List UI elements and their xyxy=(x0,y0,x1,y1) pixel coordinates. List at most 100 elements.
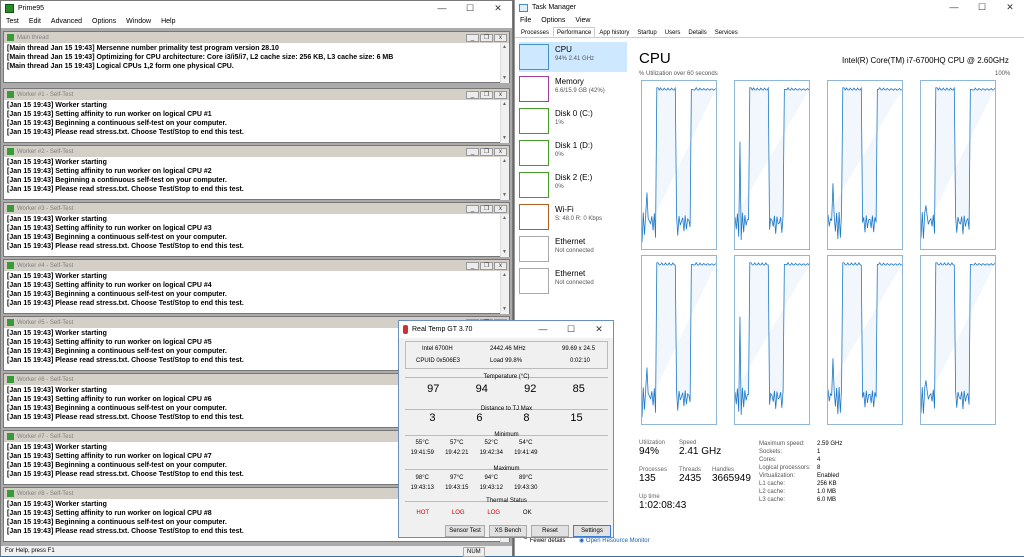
fewer-details-link[interactable]: ⌃ Fewer details xyxy=(523,537,565,544)
resource-thumbnail xyxy=(519,108,549,134)
realtemp-titlebar[interactable]: Real Temp GT 3.70 — ☐ ✕ xyxy=(399,321,613,338)
window-icon xyxy=(7,205,14,212)
tab-performance[interactable]: Performance xyxy=(553,27,596,37)
tab-services[interactable]: Services xyxy=(711,27,742,37)
close-icon[interactable]: ✕ xyxy=(585,322,613,337)
worker-window[interactable]: Worker #4 - Self-Test _ ❐ x [Jan 15 19:43] W… xyxy=(3,259,510,314)
minimize-icon[interactable]: — xyxy=(529,322,557,337)
resource-thumbnail xyxy=(519,44,549,70)
resource-item[interactable]: Memory 6.6/15.9 GB (42%) xyxy=(519,74,627,104)
log-line: [Jan 15 19:43] Please read stress.txt. C… xyxy=(7,186,244,193)
spec-label: L2 cache: xyxy=(759,489,786,495)
minimize-icon[interactable]: — xyxy=(940,0,968,15)
resource-item[interactable]: Disk 0 (C:) 1% xyxy=(519,106,627,136)
resource-item[interactable]: Ethernet Not connected xyxy=(519,266,627,296)
open-resource-monitor-link[interactable]: ◉ Open Resource Monitor xyxy=(579,537,650,544)
minimize-icon[interactable]: _ xyxy=(466,204,479,213)
close-icon[interactable]: x xyxy=(494,261,507,270)
thermal-status-heading: Thermal Status xyxy=(486,498,527,504)
spec-row: Virtualization: Enabled xyxy=(759,472,842,480)
thermal-status: LOG xyxy=(451,510,465,516)
minimize-icon[interactable]: _ xyxy=(466,33,479,42)
scrollbar[interactable] xyxy=(500,157,509,200)
spec-value: 1.0 MB xyxy=(817,489,837,495)
spec-row: Sockets: 1 xyxy=(759,448,842,456)
tab-users[interactable]: Users xyxy=(661,27,685,37)
scrollbar[interactable] xyxy=(500,100,509,143)
main-thread-window[interactable]: Main thread _ ❐ x [Main thread Jan 15 19:4… xyxy=(3,31,510,83)
uptime-value: 1:02:08:43 xyxy=(639,500,687,511)
speed-value: 2.41 GHz xyxy=(679,446,722,457)
scrollbar[interactable] xyxy=(500,214,509,257)
tab-startup[interactable]: Startup xyxy=(633,27,660,37)
restore-icon[interactable]: ❐ xyxy=(480,90,493,99)
prime95-menubar: Test Edit Advanced Options Window Help xyxy=(1,16,512,28)
minimize-icon[interactable]: _ xyxy=(466,147,479,156)
tm-titlebar[interactable]: Task Manager — ☐ ✕ xyxy=(515,0,1024,15)
log-line: [Jan 15 19:43] Setting affinity to run w… xyxy=(7,111,212,118)
tj-distance: 8 xyxy=(523,412,530,424)
temperature-row: 97 94 92 85 xyxy=(409,383,603,395)
scrollbar[interactable] xyxy=(500,43,509,83)
menu-edit[interactable]: Edit xyxy=(29,16,41,28)
logical-cpu-graph xyxy=(827,80,903,250)
menu-test[interactable]: Test xyxy=(6,16,19,28)
worker-window[interactable]: Worker #1 - Self-Test _ ❐ x [Jan 15 19:43] W… xyxy=(3,88,510,143)
resource-item[interactable]: Ethernet Not connected xyxy=(519,234,627,264)
menu-options[interactable]: Options xyxy=(541,15,565,27)
reset-button[interactable]: Reset xyxy=(531,525,569,537)
log-line: [Jan 15 19:43] Please read stress.txt. C… xyxy=(7,300,244,307)
resource-name: Wi-Fi xyxy=(555,205,574,214)
max-temp: 98°C xyxy=(415,475,429,481)
worker-window[interactable]: Worker #2 - Self-Test _ ❐ x [Jan 15 19:43] W… xyxy=(3,145,510,200)
tab-app-history[interactable]: App history xyxy=(595,27,633,37)
resource-thumbnail xyxy=(519,204,549,230)
resource-monitor-icon: ◉ xyxy=(579,538,586,544)
resource-item[interactable]: Wi-Fi S: 48.0 R: 0 Kbps xyxy=(519,202,627,232)
minimize-icon[interactable]: _ xyxy=(466,261,479,270)
restore-icon[interactable]: ❐ xyxy=(480,147,493,156)
menu-options[interactable]: Options xyxy=(92,16,116,28)
maximize-icon[interactable]: ☐ xyxy=(557,322,585,337)
max-temp: 97°C xyxy=(450,475,464,481)
close-icon[interactable]: x xyxy=(494,33,507,42)
minimize-icon[interactable]: _ xyxy=(466,90,479,99)
minimize-icon[interactable]: — xyxy=(428,1,456,16)
menu-advanced[interactable]: Advanced xyxy=(51,16,82,28)
menu-window[interactable]: Window xyxy=(126,16,151,28)
max-time: 19:43:13 xyxy=(410,485,434,491)
xs-bench-button[interactable]: XS Bench xyxy=(489,525,527,537)
max-time: 19:43:30 xyxy=(514,485,538,491)
resource-item[interactable]: Disk 2 (E:) 0% xyxy=(519,170,627,200)
resource-item[interactable]: Disk 1 (D:) 0% xyxy=(519,138,627,168)
settings-button[interactable]: Settings xyxy=(573,525,611,537)
resource-monitor-label: Open Resource Monitor xyxy=(585,538,650,544)
status-help-text: For Help, press F1 xyxy=(5,548,55,554)
resource-thumbnail xyxy=(519,268,549,294)
close-icon[interactable]: ✕ xyxy=(996,0,1024,15)
restore-icon[interactable]: ❐ xyxy=(480,204,493,213)
max-time: 19:43:15 xyxy=(445,485,469,491)
scrollbar[interactable] xyxy=(500,271,509,314)
resource-item[interactable]: CPU 94% 2.41 GHz xyxy=(519,42,627,72)
tab-details[interactable]: Details xyxy=(684,27,710,37)
worker-window[interactable]: Worker #3 - Self-Test _ ❐ x [Jan 15 19:43] W… xyxy=(3,202,510,257)
restore-icon[interactable]: ❐ xyxy=(480,33,493,42)
close-icon[interactable]: ✕ xyxy=(484,1,512,16)
sensor-test-button[interactable]: Sensor Test xyxy=(445,525,485,537)
menu-help[interactable]: Help xyxy=(161,16,175,28)
tab-processes[interactable]: Processes xyxy=(517,27,553,37)
close-icon[interactable]: x xyxy=(494,90,507,99)
close-icon[interactable]: x xyxy=(494,204,507,213)
menu-file[interactable]: File xyxy=(520,15,531,27)
prime95-titlebar[interactable]: Prime95 — ☐ ✕ xyxy=(1,1,512,16)
close-icon[interactable]: x xyxy=(494,147,507,156)
thermal-status: HOT xyxy=(416,510,430,516)
menu-view[interactable]: View xyxy=(575,15,590,27)
restore-icon[interactable]: ❐ xyxy=(480,261,493,270)
max-temp: 89°C xyxy=(519,475,533,481)
resource-name: Memory xyxy=(555,77,584,86)
window-icon xyxy=(7,148,14,155)
maximize-icon[interactable]: ☐ xyxy=(968,0,996,15)
maximize-icon[interactable]: ☐ xyxy=(456,1,484,16)
